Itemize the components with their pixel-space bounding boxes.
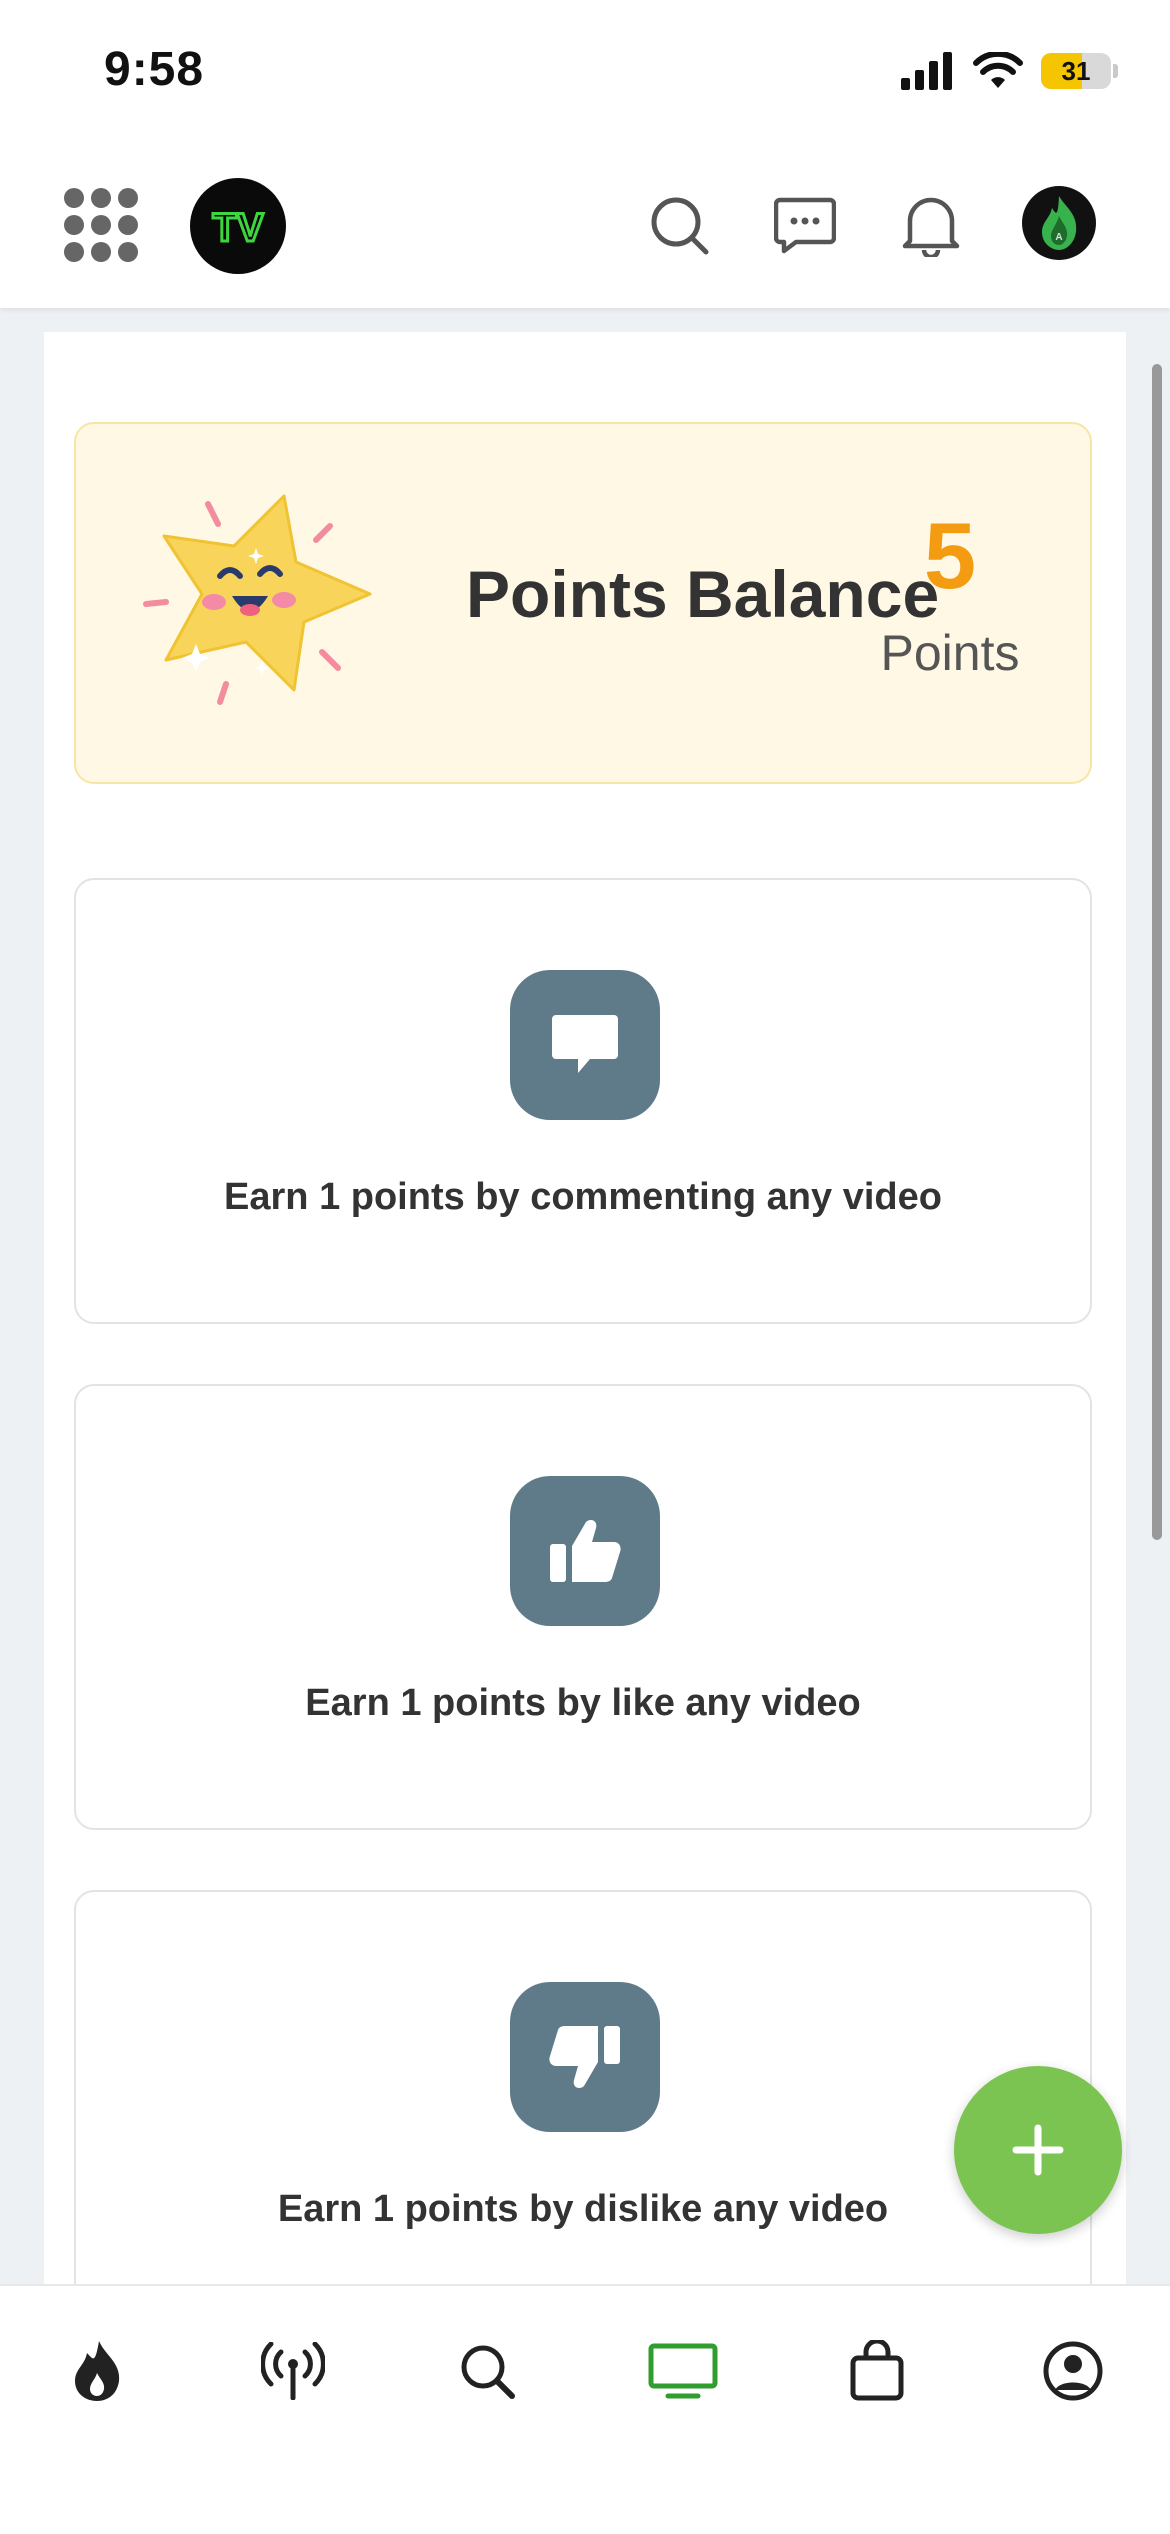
tv-icon <box>648 2343 718 2399</box>
bell-icon[interactable] <box>898 192 964 258</box>
tv-logo-icon: TV <box>211 205 265 252</box>
status-indicators: 31 <box>901 52 1118 90</box>
avatar[interactable]: A <box>1022 186 1096 260</box>
search-icon[interactable] <box>646 192 712 258</box>
cellular-signal-icon <box>901 52 952 90</box>
flame-avatar-icon: A <box>1042 196 1077 250</box>
grid-menu-icon[interactable] <box>64 188 138 262</box>
wifi-icon <box>973 52 1023 88</box>
nav-tv[interactable] <box>638 2326 728 2416</box>
points-panel: Points Balance 5 Points Earn 1 points by… <box>44 332 1126 2284</box>
app-logo[interactable]: TV <box>190 178 286 274</box>
earn-card-text: Earn 1 points by dislike any video <box>277 2188 889 2230</box>
status-time: 9:58 <box>104 43 205 96</box>
nav-search[interactable] <box>442 2326 532 2416</box>
earn-card-text: Earn 1 points by like any video <box>305 1682 861 1724</box>
earn-card-dislike[interactable]: Earn 1 points by dislike any video <box>74 1890 1092 2284</box>
balance-title: Points Balance <box>466 557 940 631</box>
earn-card-like[interactable]: Earn 1 points by like any video <box>74 1384 1092 1830</box>
points-balance-card: Points Balance 5 Points <box>74 422 1092 784</box>
add-fab-button[interactable] <box>954 2066 1122 2234</box>
status-bar: 9:58 31 <box>0 0 1170 140</box>
earn-card-comment[interactable]: Earn 1 points by commenting any video <box>74 878 1092 1324</box>
fire-icon <box>75 2341 120 2401</box>
star-mascot-icon <box>143 494 372 705</box>
thumbs-down-icon <box>510 1982 660 2132</box>
battery-icon: 31 <box>1041 53 1111 89</box>
bag-icon <box>850 2340 904 2401</box>
profile-icon <box>1043 2341 1103 2401</box>
earn-card-text: Earn 1 points by commenting any video <box>224 1176 942 1218</box>
points-unit: Points <box>880 625 1020 681</box>
logo-text: TV <box>212 206 263 250</box>
comment-icon <box>510 970 660 1120</box>
plus-icon <box>1012 2124 1064 2176</box>
points-value: 5 <box>923 503 977 608</box>
scrollbar[interactable] <box>1152 364 1162 1540</box>
nav-broadcast[interactable] <box>248 2326 338 2416</box>
battery-level: 31 <box>1061 55 1091 86</box>
chat-icon[interactable] <box>772 192 838 258</box>
nav-shop[interactable] <box>832 2326 922 2416</box>
search-icon <box>461 2345 515 2399</box>
app-header: TV A <box>0 140 1170 308</box>
broadcast-icon <box>261 2342 325 2400</box>
svg-text:A: A <box>1055 232 1062 243</box>
nav-profile[interactable] <box>1028 2326 1118 2416</box>
nav-fire[interactable] <box>52 2326 142 2416</box>
bottom-nav <box>0 2284 1170 2534</box>
thumbs-up-icon <box>510 1476 660 1626</box>
